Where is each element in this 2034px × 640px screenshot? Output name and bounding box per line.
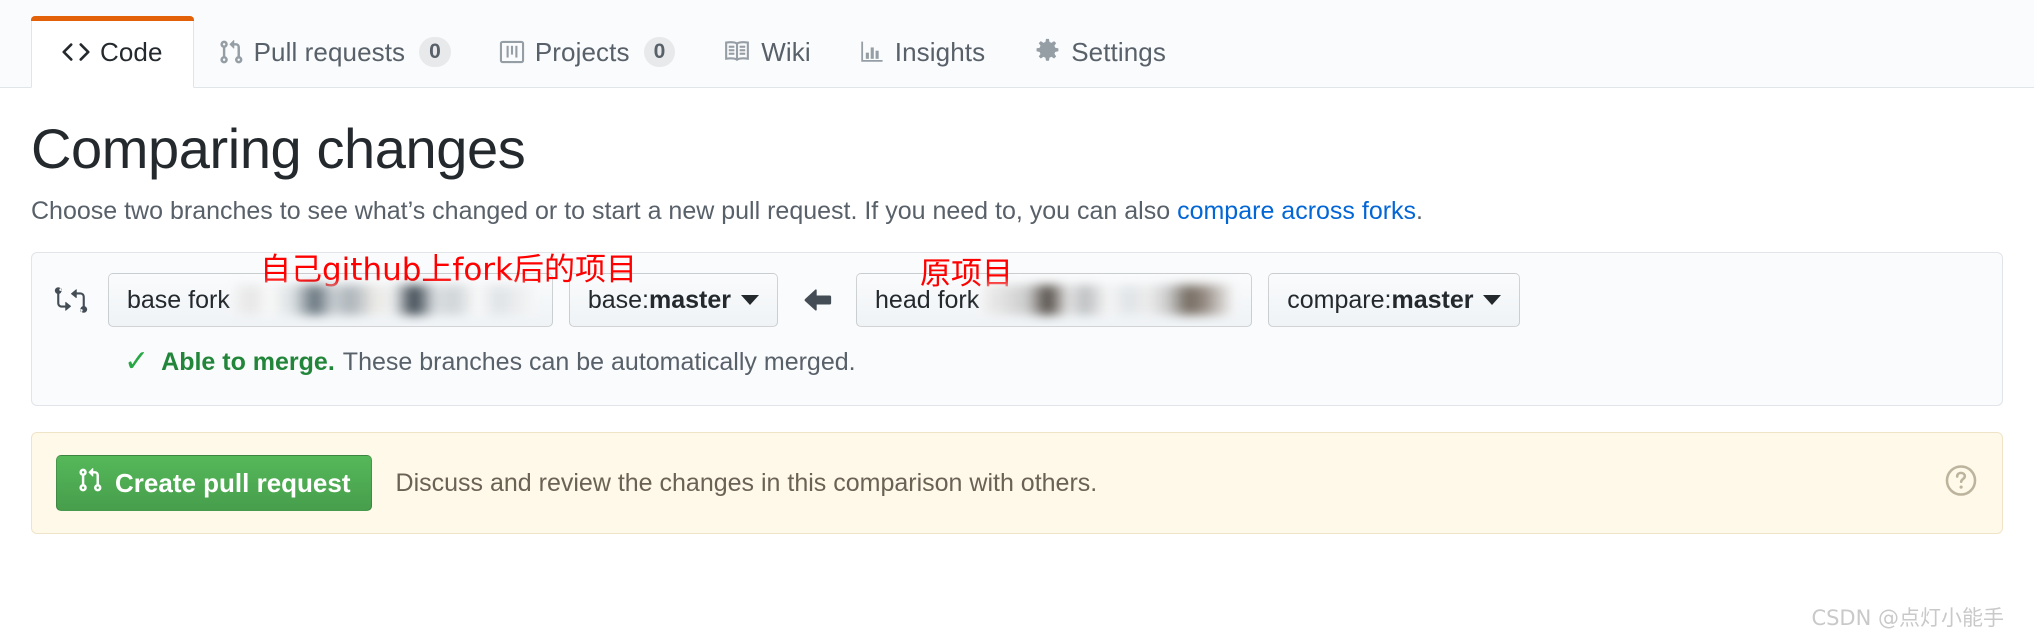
git-pull-request-icon [77,466,103,501]
book-icon [723,38,751,66]
repository-tab-nav: Code Pull requests 0 Projects 0 Wiki Ins… [0,0,2034,88]
annotation-base-fork: 自己github上fork后的项目 [260,252,637,289]
tab-wiki-label: Wiki [761,36,811,67]
git-pull-request-icon [218,38,244,66]
chevron-down-icon [1483,295,1502,306]
chevron-down-icon [741,295,760,306]
arrow-left-icon [800,283,834,317]
question-icon[interactable] [1944,464,1978,503]
create-pull-request-banner: Create pull request Discuss and review t… [31,432,2003,535]
pull-requests-count: 0 [419,37,451,67]
watermark: CSDN @点灯小能手 [1811,606,2004,630]
compare-across-forks-link[interactable]: compare across forks [1177,197,1416,225]
head-fork-redacted-name [983,285,1234,316]
subtitle-text-before: Choose two branches to see what’s change… [31,196,1178,225]
base-fork-label: base fork [127,285,230,314]
page-title: Comparing changes [31,117,526,180]
tab-projects-label: Projects [534,36,630,67]
tab-code-label: Code [100,36,163,67]
projects-count: 0 [643,37,676,67]
subtitle-text-after: . [1416,196,1423,225]
create-pull-request-button[interactable]: Create pull request [56,455,372,512]
head-fork-button[interactable]: head fork [856,273,1253,328]
tab-settings-label: Settings [1071,36,1166,67]
compare-selection-box: 自己github上fork后的项目 原项目 base fork base: ma… [31,252,2003,407]
base-fork-redacted-name [233,285,534,316]
tab-settings[interactable]: Settings [1009,17,1190,87]
compare-branch-value: master [1391,285,1474,314]
project-board-icon [499,38,525,66]
compare-changes-page: Code Pull requests 0 Projects 0 Wiki Ins… [0,0,2034,640]
tab-insights-label: Insights [894,36,986,67]
merge-status-row: ✓ Able to merge. These branches can be a… [32,331,2002,405]
merge-status-label: Able to merge. [161,347,335,376]
compare-branch-button[interactable]: compare: master [1268,273,1521,328]
git-compare-icon [54,283,88,317]
base-branch-value: master [649,285,732,314]
main-content: Comparing changes Choose two branches to… [0,117,2034,535]
create-pull-request-label: Create pull request [115,467,351,498]
merge-status-detail: These branches can be automatically merg… [342,347,856,376]
page-subtitle: Choose two branches to see what’s change… [31,195,2003,228]
flash-message: Discuss and review the changes in this c… [395,468,1098,497]
graph-icon [859,38,885,66]
tab-pull-requests[interactable]: Pull requests 0 [194,17,475,87]
base-branch-prefix: base: [587,285,650,314]
tab-code[interactable]: Code [31,16,194,88]
gear-icon [1033,38,1061,66]
compare-branch-prefix: compare: [1287,285,1392,314]
tab-wiki[interactable]: Wiki [699,17,835,87]
check-icon: ✓ [124,345,150,379]
tab-projects[interactable]: Projects 0 [475,17,699,87]
code-icon [62,38,90,66]
tab-pull-requests-label: Pull requests [253,36,406,67]
tab-insights[interactable]: Insights [835,17,1009,87]
